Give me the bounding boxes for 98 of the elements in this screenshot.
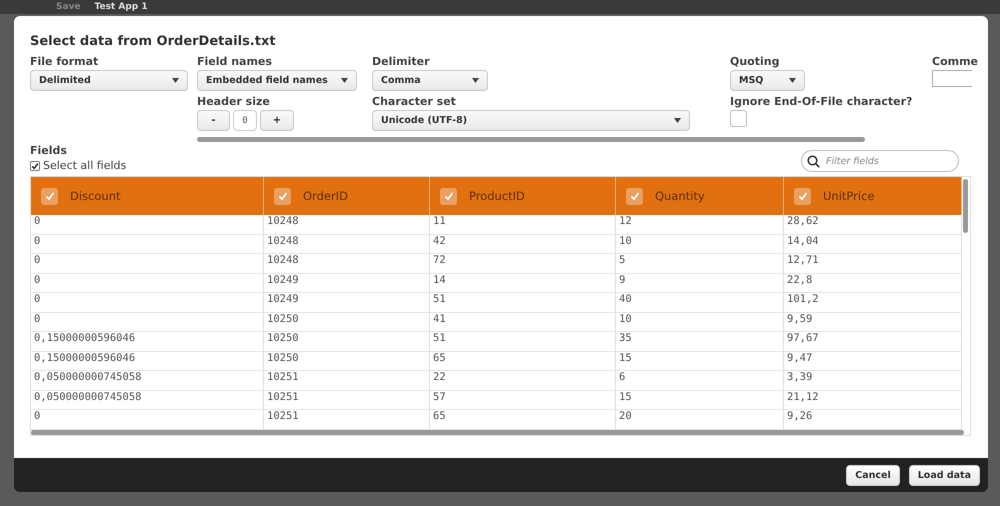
decrement-button[interactable]: -: [197, 110, 230, 131]
table-cell: 10: [616, 312, 784, 332]
table-cell: 41: [430, 312, 616, 332]
dropdown[interactable]: MSQ: [730, 70, 805, 91]
table-cell: 51: [430, 293, 616, 312]
check-icon: [630, 191, 640, 201]
column-name: OrderID: [303, 189, 348, 203]
caret-icon: [789, 78, 796, 83]
table-cell: 10251: [264, 390, 430, 410]
table-cell: 0: [31, 312, 264, 332]
search-icon: [807, 154, 820, 168]
increment-button[interactable]: +: [260, 110, 294, 131]
table-cell: 10250: [264, 332, 430, 352]
table-cell: 10248: [264, 234, 430, 254]
table-cell: 9,47: [784, 352, 962, 371]
column-name: Quantity: [655, 189, 705, 203]
field-label: Ignore End-Of-File character?: [730, 95, 914, 108]
table-cell: 12: [616, 215, 784, 234]
search-field[interactable]: Filter fields: [801, 150, 959, 172]
table-cell: 10248: [264, 215, 430, 234]
table-cell: 0: [31, 234, 264, 254]
cancel-button[interactable]: Cancel: [846, 464, 900, 486]
column-name: ProductID: [469, 189, 525, 203]
field-label: Quoting: [730, 55, 780, 68]
column-checkbox[interactable]: [41, 188, 58, 204]
table-cell: 51: [430, 332, 616, 352]
caret-icon: [341, 78, 348, 83]
table-cell: 10249: [264, 293, 430, 312]
check-icon: [31, 162, 39, 170]
table-cell: 10: [616, 234, 784, 254]
check-icon: [44, 191, 54, 201]
table-cell: 22,8: [784, 274, 962, 293]
table-cell: 12,71: [784, 254, 962, 274]
table-cell: 9: [616, 274, 784, 293]
table-cell: 40: [616, 293, 784, 312]
column-checkbox[interactable]: [794, 188, 811, 204]
table-cell: 14,04: [784, 234, 962, 254]
header-size-input[interactable]: 0: [233, 110, 257, 131]
dropdown[interactable]: Delimited: [30, 70, 188, 91]
field-label: Field names: [197, 55, 273, 68]
field-label: Delimiter: [372, 55, 431, 68]
column-name: Discount: [70, 189, 120, 203]
table-cell: 65: [430, 352, 616, 371]
table-cell: 10251: [264, 371, 430, 390]
caret-icon: [472, 78, 479, 83]
table-cell: 0,15000000596046: [31, 332, 264, 352]
table-cell: 21,12: [784, 390, 962, 410]
caret-icon: [172, 78, 179, 83]
table-cell: 9,59: [784, 312, 962, 332]
table-cell: 28,62: [784, 215, 962, 234]
field-label: Character set: [372, 95, 457, 108]
checkbox[interactable]: [30, 160, 40, 170]
load-data-button[interactable]: Load data: [908, 464, 980, 486]
table-cell: 0,15000000596046: [31, 352, 264, 371]
dialog-title: Select data from OrderDetails.txt: [30, 34, 277, 49]
save-label: Save: [56, 2, 81, 12]
field-label: Header size: [197, 95, 271, 108]
check-icon: [798, 191, 808, 201]
table-cell: 35: [616, 332, 784, 352]
check-icon: [444, 191, 454, 201]
app-title: Test App 1: [94, 2, 148, 12]
table-cell: 11: [430, 215, 616, 234]
table-cell: 0: [31, 254, 264, 274]
table-cell: 22: [430, 371, 616, 390]
table-cell: 15: [616, 352, 784, 371]
dropdown[interactable]: Comma: [372, 70, 488, 91]
dropdown[interactable]: Embedded field names: [197, 70, 357, 91]
column-checkbox[interactable]: [440, 188, 457, 204]
table-cell: 101,2: [784, 293, 962, 312]
field-label: Comme: [932, 55, 980, 68]
table-cell: 6: [616, 371, 784, 390]
table-cell: 0,050000000745058: [31, 390, 264, 410]
table-cell: 10250: [264, 312, 430, 332]
table-cell: 10248: [264, 254, 430, 274]
table-cell: 15: [616, 390, 784, 410]
column-checkbox[interactable]: [626, 188, 643, 204]
table-cell: 0: [31, 293, 264, 312]
dropdown[interactable]: Unicode (UTF-8): [372, 110, 690, 131]
table-cell: 10250: [264, 352, 430, 371]
table-cell: 42: [430, 234, 616, 254]
comment-input[interactable]: [932, 70, 972, 87]
table-cell: 0: [31, 274, 264, 293]
table-cell: 5: [616, 254, 784, 274]
fields-heading: Fields: [30, 144, 68, 157]
table-cell: 72: [430, 254, 616, 274]
field-label: File format: [30, 55, 100, 68]
table-cell: 14: [430, 274, 616, 293]
caret-icon: [674, 118, 681, 123]
column-checkbox[interactable]: [274, 188, 291, 204]
table-cell: 57: [430, 390, 616, 410]
table-cell: 97,67: [784, 332, 962, 352]
table-cell: 0,050000000745058: [31, 371, 264, 390]
table-cell: 10249: [264, 274, 430, 293]
checkbox[interactable]: [730, 110, 747, 127]
check-icon: [278, 191, 288, 201]
column-name: UnitPrice: [823, 189, 874, 203]
table-cell: 3,39: [784, 371, 962, 390]
table-cell: 0: [31, 215, 264, 234]
